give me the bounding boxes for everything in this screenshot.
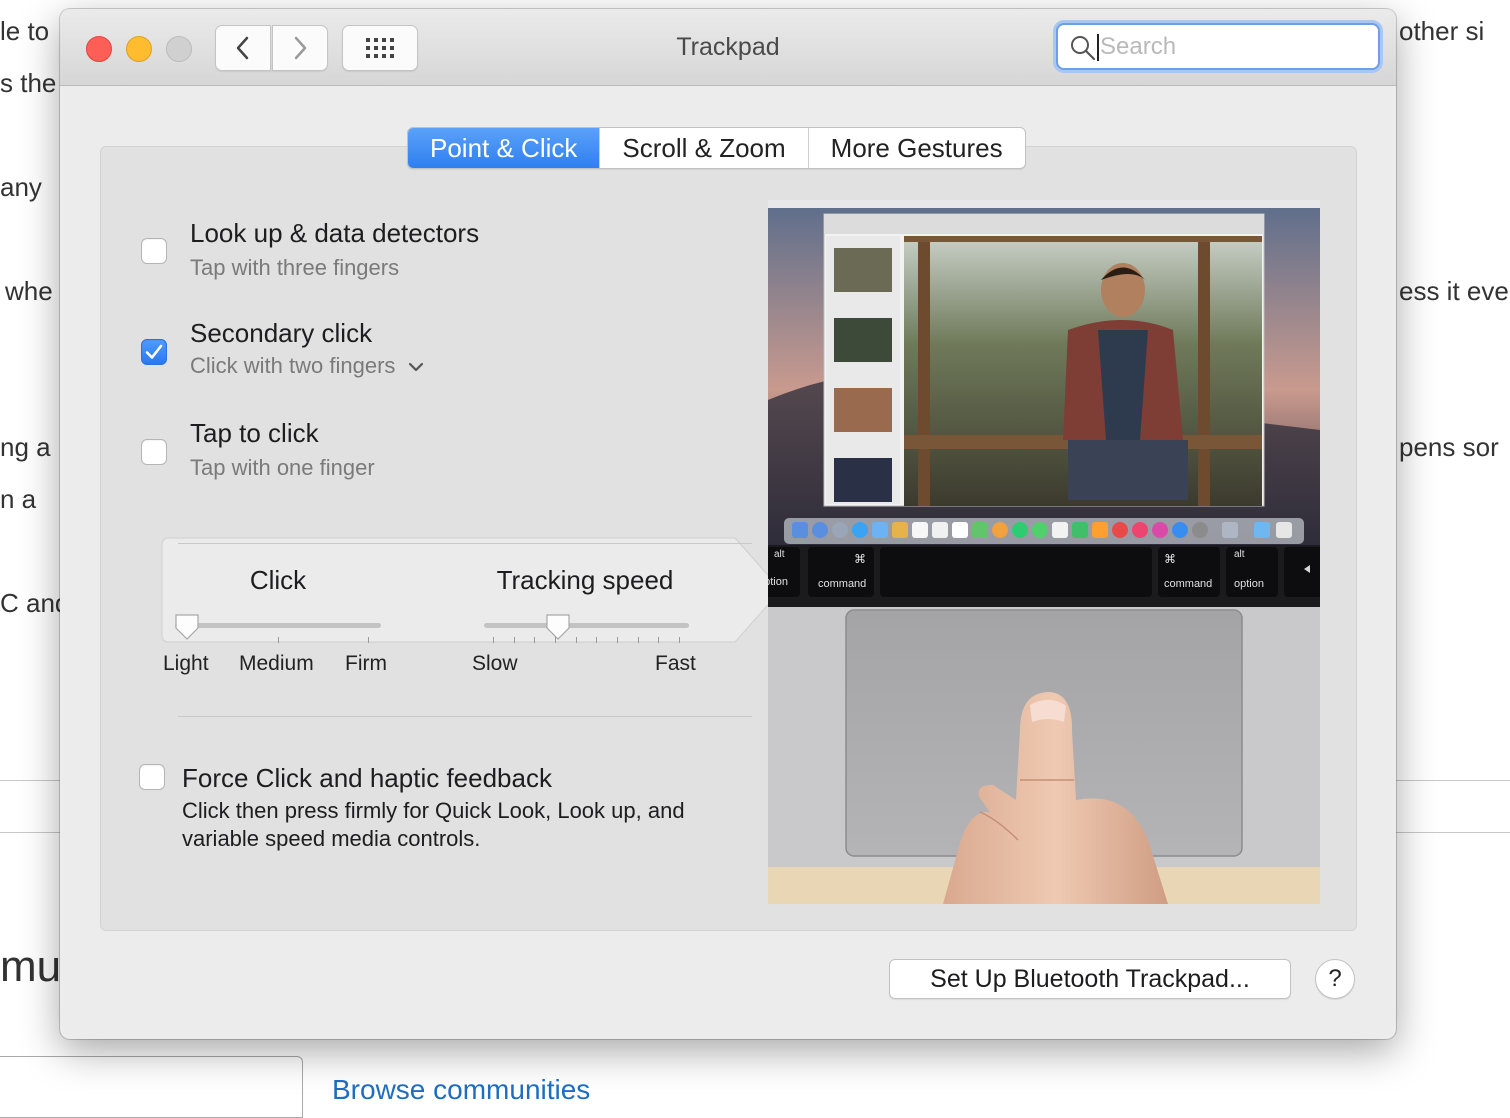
gesture-preview-image: alt option ⌘ command ⌘ command alt optio…	[768, 200, 1320, 904]
search-field[interactable]	[1056, 23, 1380, 70]
title-bar: Trackpad	[60, 9, 1396, 86]
setup-bluetooth-trackpad-button[interactable]: Set Up Bluetooth Trackpad...	[889, 959, 1291, 999]
help-button[interactable]: ?	[1315, 959, 1355, 999]
tab-more-gestures[interactable]: More Gestures	[807, 128, 1025, 168]
force-click-description: Click then press firmly for Quick Look, …	[182, 798, 685, 851]
tap-to-click-checkbox[interactable]	[141, 439, 167, 465]
click-slider-title: Click	[249, 565, 307, 595]
key-label: option	[768, 576, 788, 588]
checkmark-icon	[145, 344, 163, 359]
secondary-click-title: Secondary click	[190, 318, 373, 348]
slider-tick	[679, 637, 680, 643]
lookup-title: Look up & data detectors	[190, 218, 480, 248]
tap-to-click-title: Tap to click	[190, 418, 319, 448]
secondary-click-dropdown[interactable]: Click with two fingers	[190, 353, 424, 379]
trackpad-window: Trackpad Look up & data detectors Tap wi…	[60, 9, 1396, 1039]
key-symbol: alt	[774, 549, 785, 560]
lookup-checkbox[interactable]	[141, 238, 167, 264]
slider-tick	[637, 637, 639, 643]
text-cursor	[1097, 34, 1099, 61]
force-click-title: Force Click and haptic feedback	[182, 763, 552, 793]
background-text: C and	[0, 588, 70, 618]
lookup-subtitle: Tap with three fingers	[190, 255, 400, 280]
background-text: ng a	[0, 432, 51, 462]
background-text: pens sor	[1399, 432, 1499, 462]
background-text: le to	[0, 16, 50, 46]
slider-tick	[368, 637, 369, 643]
settings-panel: Look up & data detectors Tap with three …	[100, 146, 1357, 931]
background-heading: mu	[0, 942, 62, 991]
tracking-label-slow: Slow	[472, 652, 518, 675]
click-label-medium: Medium	[239, 652, 314, 675]
tab-point-and-click[interactable]: Point & Click	[408, 128, 600, 168]
background-text: s the	[0, 68, 57, 98]
slider-tick	[617, 637, 618, 643]
divider	[178, 543, 752, 544]
divider	[178, 716, 752, 717]
browse-communities-link[interactable]: Browse communities	[332, 1074, 590, 1106]
background-text: ess it eve	[1399, 276, 1509, 306]
tab-bar: Point & Click Scroll & Zoom More Gesture…	[407, 127, 1026, 169]
secondary-click-subtitle: Click with two fingers	[190, 353, 396, 378]
secondary-click-checkbox[interactable]	[141, 339, 167, 365]
tracking-speed-track[interactable]	[484, 623, 689, 628]
background-text: any	[0, 172, 42, 202]
key-symbol: ⌘	[1164, 552, 1176, 566]
slider-tick	[493, 637, 494, 643]
slider-tick	[575, 637, 577, 643]
key-label: command	[818, 578, 867, 590]
click-label-firm: Firm	[345, 652, 387, 675]
tracking-label-fast: Fast	[655, 652, 696, 675]
key-label: option	[1234, 578, 1264, 590]
click-slider-track[interactable]	[175, 623, 381, 628]
key-symbol: alt	[1234, 549, 1245, 560]
slider-tick	[596, 637, 598, 643]
key-label: command	[1164, 578, 1213, 590]
tab-scroll-and-zoom[interactable]: Scroll & Zoom	[599, 128, 807, 168]
background-text: other si	[1399, 16, 1485, 46]
background-box	[0, 1056, 303, 1118]
search-input[interactable]	[1098, 31, 1372, 63]
force-click-checkbox[interactable]	[139, 764, 165, 790]
slider-tick	[278, 637, 279, 643]
background-text: whe	[5, 276, 53, 306]
tracking-speed-title: Tracking speed	[496, 565, 674, 595]
click-slider-knob[interactable]	[174, 613, 200, 641]
slider-tick	[658, 637, 660, 643]
tracking-speed-knob[interactable]	[545, 613, 571, 641]
key-symbol: ⌘	[854, 552, 866, 566]
tap-to-click-subtitle: Tap with one finger	[190, 455, 375, 480]
slider-tick	[534, 637, 536, 643]
background-text: n a	[0, 484, 37, 514]
chevron-down-icon	[408, 363, 423, 372]
slider-tick	[513, 637, 515, 643]
search-icon	[1071, 36, 1096, 61]
click-label-light: Light	[163, 652, 209, 675]
